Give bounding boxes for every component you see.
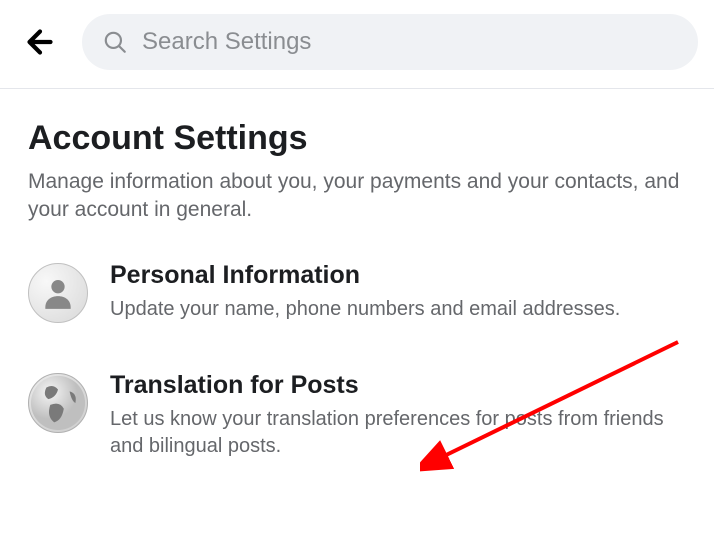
setting-text: Personal Information Update your name, p… <box>110 261 686 323</box>
globe-icon <box>28 373 88 433</box>
arrow-left-icon <box>22 24 58 60</box>
setting-title: Translation for Posts <box>110 371 686 400</box>
content: Account Settings Manage information abou… <box>0 89 714 460</box>
page-title: Account Settings <box>28 119 686 158</box>
setting-item-personal-information[interactable]: Personal Information Update your name, p… <box>28 261 686 323</box>
header <box>0 0 714 84</box>
person-icon <box>28 263 88 323</box>
page-subtitle: Manage information about you, your payme… <box>28 168 686 225</box>
search-input[interactable] <box>142 28 678 56</box>
search-icon <box>102 29 128 55</box>
back-button[interactable] <box>16 18 64 66</box>
search-bar[interactable] <box>82 14 698 70</box>
setting-item-translation-for-posts[interactable]: Translation for Posts Let us know your t… <box>28 371 686 460</box>
setting-title: Personal Information <box>110 261 686 290</box>
setting-text: Translation for Posts Let us know your t… <box>110 371 686 460</box>
setting-description: Let us know your translation preferences… <box>110 406 686 460</box>
setting-description: Update your name, phone numbers and emai… <box>110 296 686 323</box>
